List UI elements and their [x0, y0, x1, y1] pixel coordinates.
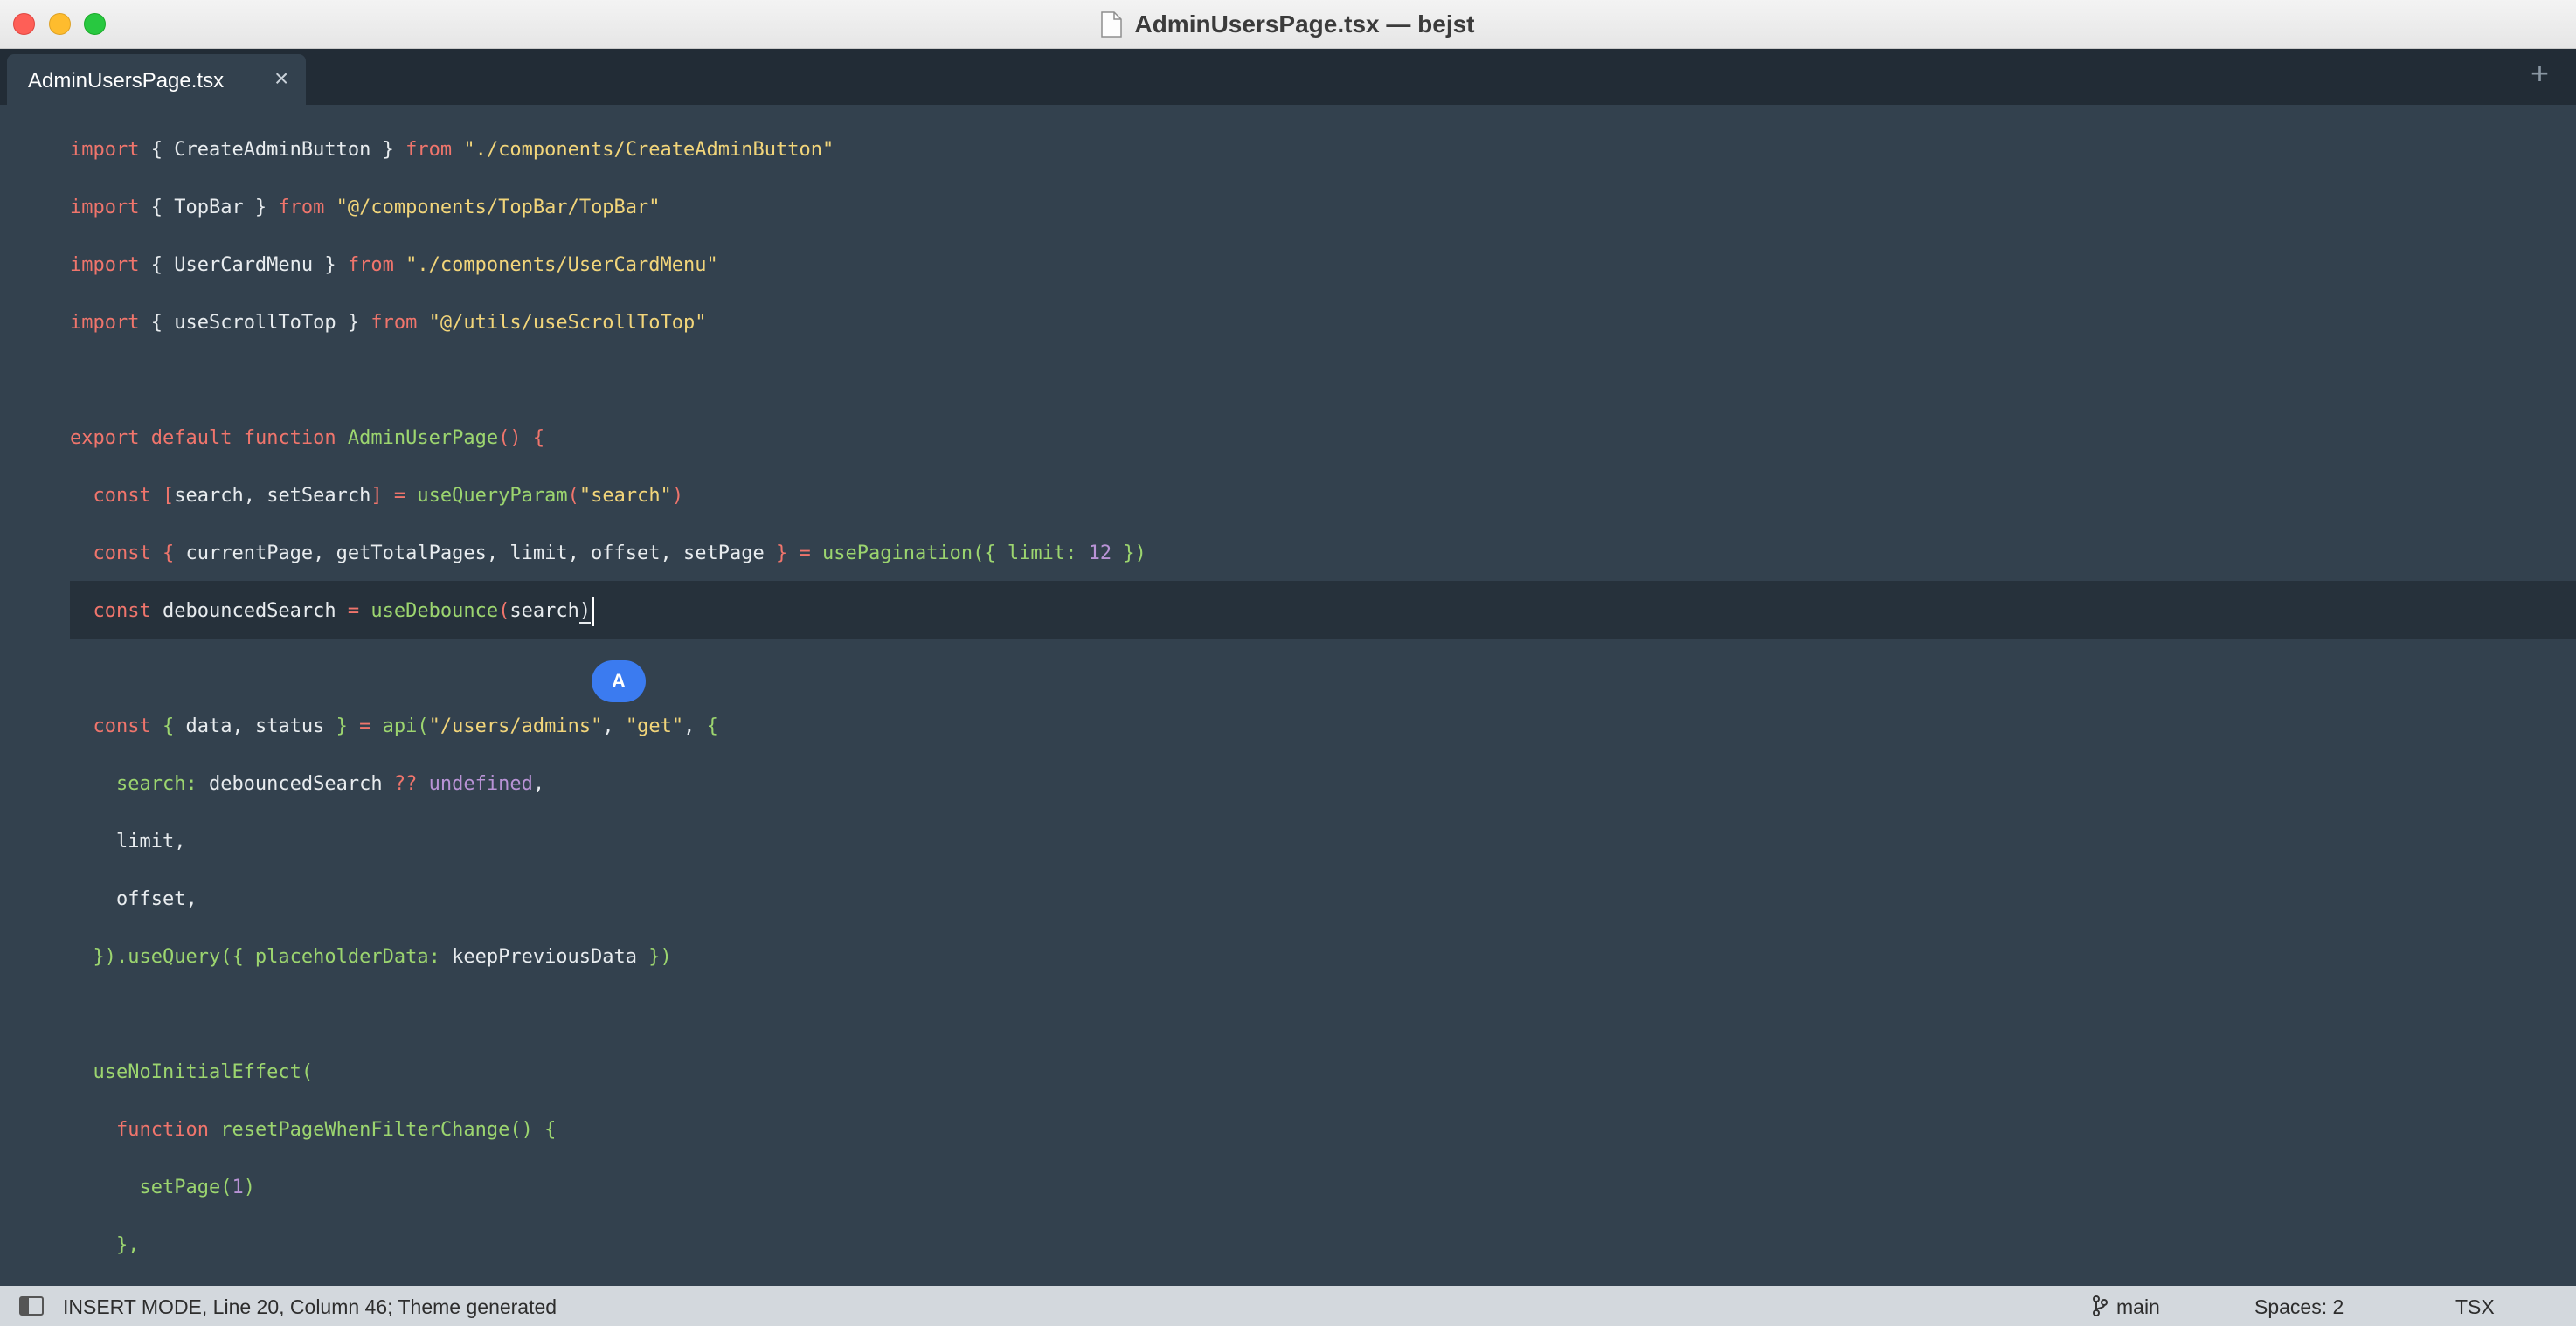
language-mode[interactable]: TSX	[2455, 1295, 2495, 1319]
new-tab-button[interactable]: +	[2531, 54, 2549, 93]
tab-close-icon[interactable]: ×	[274, 65, 288, 93]
code-line[interactable]: limit,	[70, 825, 185, 860]
code-editor[interactable]: import { CreateAdminButton } from "./com…	[0, 105, 2576, 1286]
code-line[interactable]: search: debouncedSearch ?? undefined,	[70, 767, 544, 802]
document-icon	[1101, 11, 1123, 38]
code-line[interactable]: const [search, setSearch] = useQueryPara…	[70, 479, 684, 514]
code-line[interactable]: import { useScrollToTop } from "@/utils/…	[70, 306, 707, 341]
status-text: INSERT MODE, Line 20, Column 46; Theme g…	[63, 1295, 557, 1318]
window-title: AdminUsersPage.tsx — bejst	[1134, 10, 1475, 38]
text-caret	[592, 597, 595, 626]
code-line[interactable]: setPage(1)	[70, 1171, 254, 1205]
code-line[interactable]: useNoInitialEffect(	[70, 1055, 314, 1090]
git-branch-icon	[2093, 1295, 2108, 1316]
indentation-setting[interactable]: Spaces: 2	[2254, 1295, 2344, 1319]
code-line[interactable]: import { UserCardMenu } from "./componen…	[70, 248, 718, 283]
code-line-current[interactable]: const debouncedSearch = useDebounce(sear…	[70, 594, 595, 629]
code-line[interactable]: export default function AdminUserPage() …	[70, 421, 544, 456]
sidebar-toggle-icon[interactable]	[19, 1296, 44, 1316]
code-line[interactable]: const { data, status } = api("/users/adm…	[70, 709, 718, 744]
code-line[interactable]: import { CreateAdminButton } from "./com…	[70, 133, 834, 168]
code-line[interactable]: const { currentPage, getTotalPages, limi…	[70, 536, 1146, 571]
branch-name[interactable]: main	[2116, 1295, 2160, 1319]
code-line[interactable]: }).useQuery({ placeholderData: keepPrevi…	[70, 940, 672, 975]
code-line[interactable]: import { TopBar } from "@/components/Top…	[70, 190, 661, 225]
tab-label: AdminUsersPage.tsx	[28, 69, 225, 93]
tab-bar: AdminUsersPage.tsx × +	[0, 49, 2576, 105]
hint-badge[interactable]: A	[592, 660, 646, 702]
title-bar: AdminUsersPage.tsx — bejst	[0, 0, 2576, 49]
code-line[interactable]: function resetPageWhenFilterChange() {	[70, 1113, 556, 1148]
window-title-group: AdminUsersPage.tsx — bejst	[0, 0, 2576, 49]
status-bar: INSERT MODE, Line 20, Column 46; Theme g…	[0, 1286, 2576, 1326]
editor-window: AdminUsersPage.tsx — bejst AdminUsersPag…	[0, 0, 2576, 1326]
code-line[interactable]: offset,	[70, 882, 197, 917]
tab-adminuserspage[interactable]: AdminUsersPage.tsx ×	[7, 54, 306, 105]
code-line[interactable]: },	[70, 1228, 140, 1263]
